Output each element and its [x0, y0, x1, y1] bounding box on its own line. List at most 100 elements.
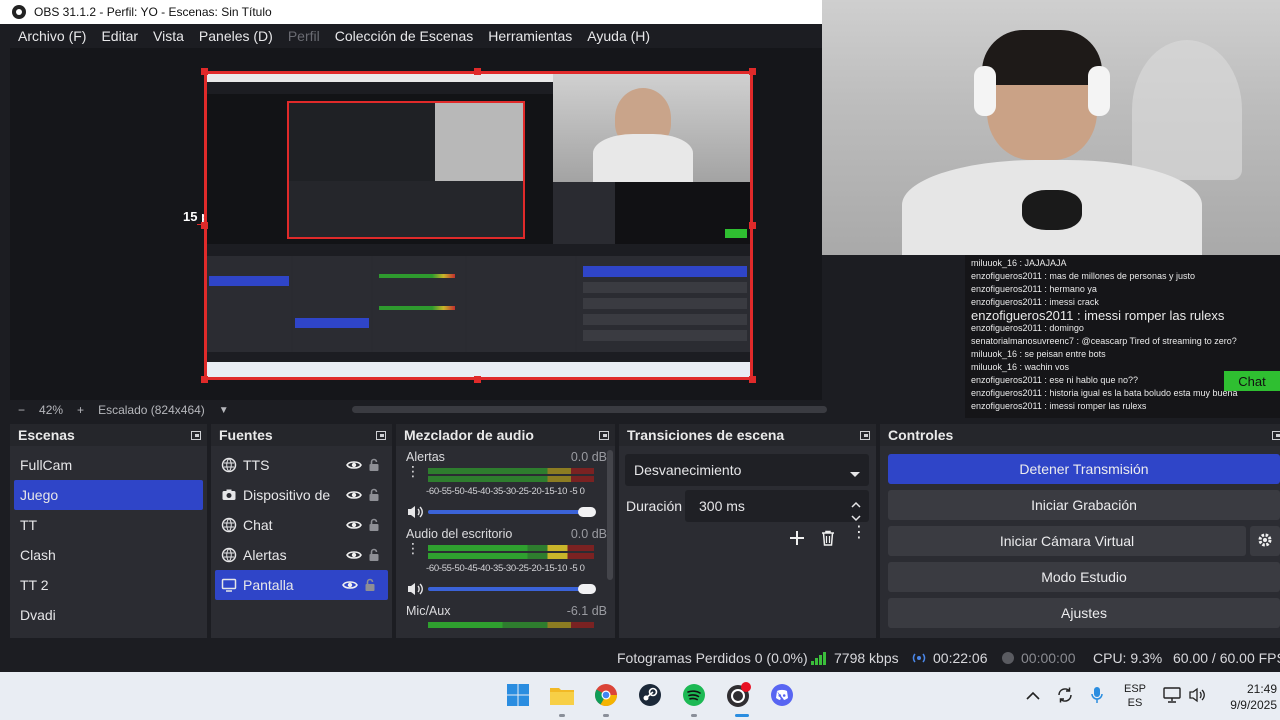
sync-icon[interactable]: [1056, 686, 1074, 709]
scene-item-dvadi[interactable]: Dvadi: [10, 600, 207, 630]
eye-icon[interactable]: [346, 517, 362, 533]
settings-button[interactable]: Ajustes: [888, 598, 1280, 628]
preview-canvas[interactable]: [204, 71, 753, 380]
stop-stream-button[interactable]: Detener Transmisión: [888, 454, 1280, 484]
resize-handle-b[interactable]: [474, 376, 481, 383]
spotify-icon[interactable]: [681, 682, 707, 708]
scene-item-tt[interactable]: TT: [10, 510, 207, 540]
source-label: Chat: [243, 517, 273, 533]
eye-icon[interactable]: [346, 457, 362, 473]
mixer-channel-header: Alertas 0.0 dB: [406, 450, 607, 464]
undock-icon[interactable]: [599, 430, 609, 440]
volume-knob[interactable]: [578, 507, 596, 517]
language-indicator[interactable]: ESP ES: [1120, 682, 1150, 710]
nested-chat: [615, 182, 750, 244]
app-indicator: [559, 714, 565, 717]
spin-down-icon[interactable]: [851, 509, 861, 525]
menu-archivo[interactable]: Archivo (F): [18, 28, 86, 44]
undock-icon[interactable]: [191, 430, 201, 440]
source-item-pantalla[interactable]: Pantalla: [215, 570, 388, 600]
volume-slider[interactable]: [428, 510, 594, 514]
chevron-up-icon[interactable]: [1026, 688, 1040, 706]
source-item-alertas[interactable]: Alertas: [211, 540, 392, 570]
virtual-camera-settings-button[interactable]: [1250, 526, 1280, 556]
source-item-tts[interactable]: TTS: [211, 450, 392, 480]
transition-select[interactable]: Desvanecimiento: [625, 454, 869, 486]
menu-ayuda[interactable]: Ayuda (H): [587, 28, 650, 44]
scale-dropdown-icon[interactable]: ▼: [219, 405, 229, 416]
source-label: Alertas: [243, 547, 287, 563]
lock-icon[interactable]: [366, 457, 382, 473]
volume-slider[interactable]: [428, 587, 594, 591]
clock[interactable]: 21:49 9/9/2025: [1213, 681, 1277, 713]
scene-item-fullcam[interactable]: FullCam: [10, 450, 207, 480]
resize-handle-tl[interactable]: [201, 68, 208, 75]
duration-input[interactable]: 300 ms: [685, 490, 869, 522]
file-explorer-icon[interactable]: [549, 682, 575, 708]
lock-icon[interactable]: [366, 517, 382, 533]
headphone-right: [1088, 66, 1110, 116]
nested-ctrl-5: [583, 330, 747, 341]
nested-source-selected: [295, 318, 369, 328]
nested-mixer: [373, 256, 465, 352]
zoom-in-button[interactable]: +: [77, 403, 84, 417]
lock-icon[interactable]: [366, 547, 382, 563]
menu-herramientas[interactable]: Herramientas: [488, 28, 572, 44]
network-icon[interactable]: [1163, 687, 1181, 708]
source-item-dispositivo[interactable]: Dispositivo de: [211, 480, 392, 510]
undock-icon[interactable]: [860, 430, 870, 440]
more-options-icon[interactable]: ⋮: [851, 525, 867, 541]
start-virtual-camera-button[interactable]: Iniciar Cámara Virtual: [888, 526, 1246, 556]
steam-icon[interactable]: [637, 682, 663, 708]
eye-icon[interactable]: [346, 487, 362, 503]
nested-ctrl-4: [583, 314, 747, 325]
chrome-icon[interactable]: [593, 682, 619, 708]
resize-handle-tr[interactable]: [749, 68, 756, 75]
audio-meter: [428, 622, 594, 628]
obs-icon[interactable]: [725, 682, 751, 708]
speaker-icon[interactable]: [406, 504, 424, 525]
source-item-chat[interactable]: Chat: [211, 510, 392, 540]
menu-perfil[interactable]: Perfil: [288, 28, 320, 44]
menu-coleccion-escenas[interactable]: Colección de Escenas: [335, 28, 474, 44]
volume-icon[interactable]: [1188, 687, 1206, 708]
nested-canvas: [287, 101, 525, 239]
preview-scrollbar[interactable]: [352, 406, 827, 413]
webcam-capture: [822, 0, 1280, 255]
eye-icon[interactable]: [346, 547, 362, 563]
obs-logo-icon: [12, 5, 26, 19]
add-icon[interactable]: [789, 530, 805, 551]
scene-item-juego[interactable]: Juego: [14, 480, 203, 510]
undock-icon[interactable]: [1272, 430, 1280, 440]
eye-icon[interactable]: [342, 577, 358, 593]
studio-mode-button[interactable]: Modo Estudio: [888, 562, 1280, 592]
scene-item-tt2[interactable]: TT 2: [10, 570, 207, 600]
resize-handle-br[interactable]: [749, 376, 756, 383]
zoom-out-button[interactable]: −: [18, 403, 25, 417]
windows-start-icon[interactable]: [505, 682, 531, 708]
resize-handle-t[interactable]: [474, 68, 481, 75]
undock-icon[interactable]: [376, 430, 386, 440]
lock-icon[interactable]: [362, 577, 378, 593]
channel-menu-icon[interactable]: ⋮: [406, 464, 420, 486]
mirror-shape: [1132, 40, 1242, 180]
resize-handle-r[interactable]: [749, 222, 756, 229]
mixer-scrollbar[interactable]: [607, 450, 613, 580]
resize-handle-l[interactable]: [201, 222, 208, 229]
language-top: ESP: [1123, 683, 1146, 695]
scene-item-clash[interactable]: Clash: [10, 540, 207, 570]
start-recording-button[interactable]: Iniciar Grabación: [888, 490, 1280, 520]
lock-icon[interactable]: [366, 487, 382, 503]
menu-editar[interactable]: Editar: [101, 28, 138, 44]
discord-icon[interactable]: [769, 682, 795, 708]
speaker-icon[interactable]: [406, 581, 424, 602]
microphone-icon[interactable]: [1090, 686, 1104, 709]
resize-handle-bl[interactable]: [201, 376, 208, 383]
menu-vista[interactable]: Vista: [153, 28, 184, 44]
menu-paneles[interactable]: Paneles (D): [199, 28, 273, 44]
volume-knob[interactable]: [578, 584, 596, 594]
chat-overlay: miluuok_16 : JAJAJAJA enzofigueros2011 :…: [965, 255, 1280, 418]
scenes-title: Escenas: [18, 427, 75, 443]
trash-icon[interactable]: [820, 530, 836, 551]
channel-menu-icon[interactable]: ⋮: [406, 541, 420, 563]
